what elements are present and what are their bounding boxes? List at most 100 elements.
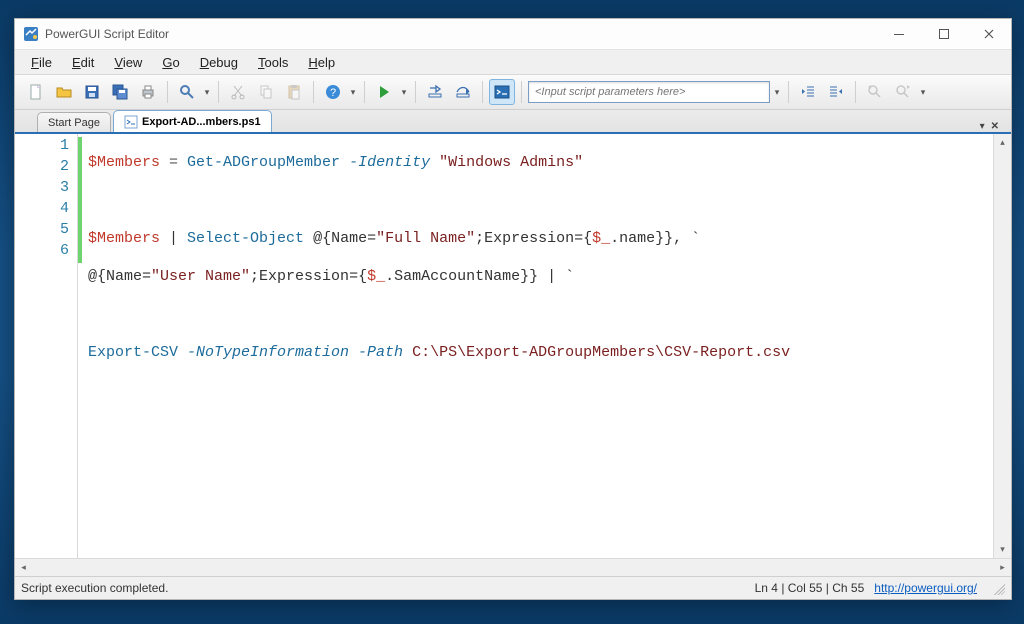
line-number: 3 bbox=[15, 179, 77, 200]
step-over-button[interactable] bbox=[450, 79, 476, 105]
run-dropdown[interactable]: ▾ bbox=[399, 80, 409, 104]
toolbar-separator bbox=[482, 81, 483, 103]
toolbar-separator bbox=[313, 81, 314, 103]
open-file-button[interactable] bbox=[51, 79, 77, 105]
bookmark-prev-button[interactable] bbox=[862, 79, 888, 105]
tab-bar: Start Page Export-AD...mbers.ps1 ▾ ✕ bbox=[15, 110, 1011, 134]
code-token: $Members bbox=[88, 230, 160, 247]
tab-active-file[interactable]: Export-AD...mbers.ps1 bbox=[113, 110, 272, 132]
menu-file[interactable]: File bbox=[21, 52, 62, 73]
save-button[interactable] bbox=[79, 79, 105, 105]
cursor-position: Ln 4 | Col 55 | Ch 55 bbox=[755, 581, 865, 595]
code-token: ;Expression={ bbox=[475, 230, 592, 247]
tab-menu-button[interactable]: ▾ bbox=[980, 121, 985, 132]
window-title: PowerGUI Script Editor bbox=[45, 27, 169, 41]
toolbar-separator bbox=[415, 81, 416, 103]
scroll-left-button[interactable]: ◂ bbox=[15, 559, 32, 576]
scroll-up-button[interactable]: ▴ bbox=[994, 134, 1011, 151]
code-token: -Identity bbox=[340, 154, 439, 171]
parameters-dropdown[interactable]: ▾ bbox=[772, 80, 782, 104]
toolbar: ▾ ? ▾ ▾ ▾ ▾ bbox=[15, 74, 1011, 110]
code-token: @{Name= bbox=[88, 268, 151, 285]
save-all-button[interactable] bbox=[107, 79, 133, 105]
toolbar-separator bbox=[855, 81, 856, 103]
title-bar: PowerGUI Script Editor bbox=[15, 19, 1011, 49]
tab-close-button[interactable]: ✕ bbox=[991, 121, 999, 132]
svg-text:?: ? bbox=[330, 87, 336, 99]
code-token: | bbox=[160, 230, 187, 247]
cut-button[interactable] bbox=[225, 79, 251, 105]
line-number: 4 bbox=[15, 200, 77, 221]
paste-button[interactable] bbox=[281, 79, 307, 105]
editor-area: 1 2 3 4 5 6 $Members = Get-ADGroupMember… bbox=[15, 134, 1011, 577]
code-token: @{Name= bbox=[304, 230, 376, 247]
toolbar-separator bbox=[364, 81, 365, 103]
search-dropdown[interactable]: ▾ bbox=[202, 80, 212, 104]
code-token: "Full Name" bbox=[376, 230, 475, 247]
horizontal-scrollbar[interactable]: ◂ ▸ bbox=[15, 558, 1011, 576]
tab-start-page[interactable]: Start Page bbox=[37, 112, 111, 132]
maximize-button[interactable] bbox=[921, 19, 966, 49]
menu-view[interactable]: View bbox=[104, 52, 152, 73]
minimize-button[interactable] bbox=[876, 19, 921, 49]
line-number: 6 bbox=[15, 242, 77, 263]
code-token: "User Name" bbox=[151, 268, 250, 285]
indent-button[interactable] bbox=[823, 79, 849, 105]
menu-bar: File Edit View Go Debug Tools Help bbox=[15, 49, 1011, 74]
toolbar-separator bbox=[218, 81, 219, 103]
line-number: 2 bbox=[15, 158, 77, 179]
code-token: Get-ADGroupMember bbox=[187, 154, 340, 171]
code-token: $_ bbox=[592, 230, 610, 247]
tab-label: Start Page bbox=[48, 117, 100, 129]
close-button[interactable] bbox=[966, 19, 1011, 49]
menu-go[interactable]: Go bbox=[152, 52, 189, 73]
status-message: Script execution completed. bbox=[21, 581, 168, 595]
toolbar-separator bbox=[167, 81, 168, 103]
run-button[interactable] bbox=[371, 79, 397, 105]
bookmark-next-button[interactable] bbox=[890, 79, 916, 105]
tab-label: Export-AD...mbers.ps1 bbox=[142, 116, 261, 128]
code-token: .name}}, ` bbox=[610, 230, 700, 247]
new-file-button[interactable] bbox=[23, 79, 49, 105]
bookmark-dropdown[interactable]: ▾ bbox=[918, 80, 928, 104]
code-editor[interactable]: 1 2 3 4 5 6 $Members = Get-ADGroupMember… bbox=[15, 134, 1011, 558]
app-window: PowerGUI Script Editor File Edit View Go… bbox=[14, 18, 1012, 600]
ps1-file-icon bbox=[124, 115, 138, 129]
menu-tools[interactable]: Tools bbox=[248, 52, 298, 73]
step-into-button[interactable] bbox=[422, 79, 448, 105]
code-token: $_ bbox=[367, 268, 385, 285]
powergui-link[interactable]: http://powergui.org/ bbox=[874, 581, 977, 595]
menu-debug[interactable]: Debug bbox=[190, 52, 248, 73]
toggle-console-button[interactable] bbox=[489, 79, 515, 105]
code-content[interactable]: $Members = Get-ADGroupMember -Identity "… bbox=[82, 134, 993, 558]
line-number: 5 bbox=[15, 221, 77, 242]
print-button[interactable] bbox=[135, 79, 161, 105]
scroll-down-button[interactable]: ▾ bbox=[994, 541, 1011, 558]
code-token: ;Expression={ bbox=[250, 268, 367, 285]
code-token: -NoTypeInformation bbox=[178, 344, 349, 361]
code-token: -Path bbox=[349, 344, 412, 361]
scroll-right-button[interactable]: ▸ bbox=[994, 559, 1011, 576]
app-icon bbox=[23, 26, 39, 42]
help-dropdown[interactable]: ▾ bbox=[348, 80, 358, 104]
code-token: = bbox=[160, 154, 187, 171]
vertical-scrollbar[interactable]: ▴ ▾ bbox=[993, 134, 1011, 558]
code-token: Export-CSV bbox=[88, 344, 178, 361]
code-token: .SamAccountName}} | ` bbox=[385, 268, 574, 285]
code-token: Select-Object bbox=[187, 230, 304, 247]
window-controls bbox=[876, 19, 1011, 49]
code-token: C:\PS\Export-ADGroupMembers\CSV-Report.c… bbox=[412, 344, 790, 361]
help-button[interactable]: ? bbox=[320, 79, 346, 105]
menu-edit[interactable]: Edit bbox=[62, 52, 104, 73]
script-parameters-input[interactable] bbox=[528, 81, 770, 103]
toolbar-separator bbox=[521, 81, 522, 103]
line-number-gutter: 1 2 3 4 5 6 bbox=[15, 134, 78, 558]
resize-grip[interactable] bbox=[991, 581, 1005, 595]
status-bar: Script execution completed. Ln 4 | Col 5… bbox=[15, 577, 1011, 599]
search-button[interactable] bbox=[174, 79, 200, 105]
copy-button[interactable] bbox=[253, 79, 279, 105]
outdent-button[interactable] bbox=[795, 79, 821, 105]
line-number: 1 bbox=[15, 137, 77, 158]
toolbar-separator bbox=[788, 81, 789, 103]
menu-help[interactable]: Help bbox=[298, 52, 345, 73]
